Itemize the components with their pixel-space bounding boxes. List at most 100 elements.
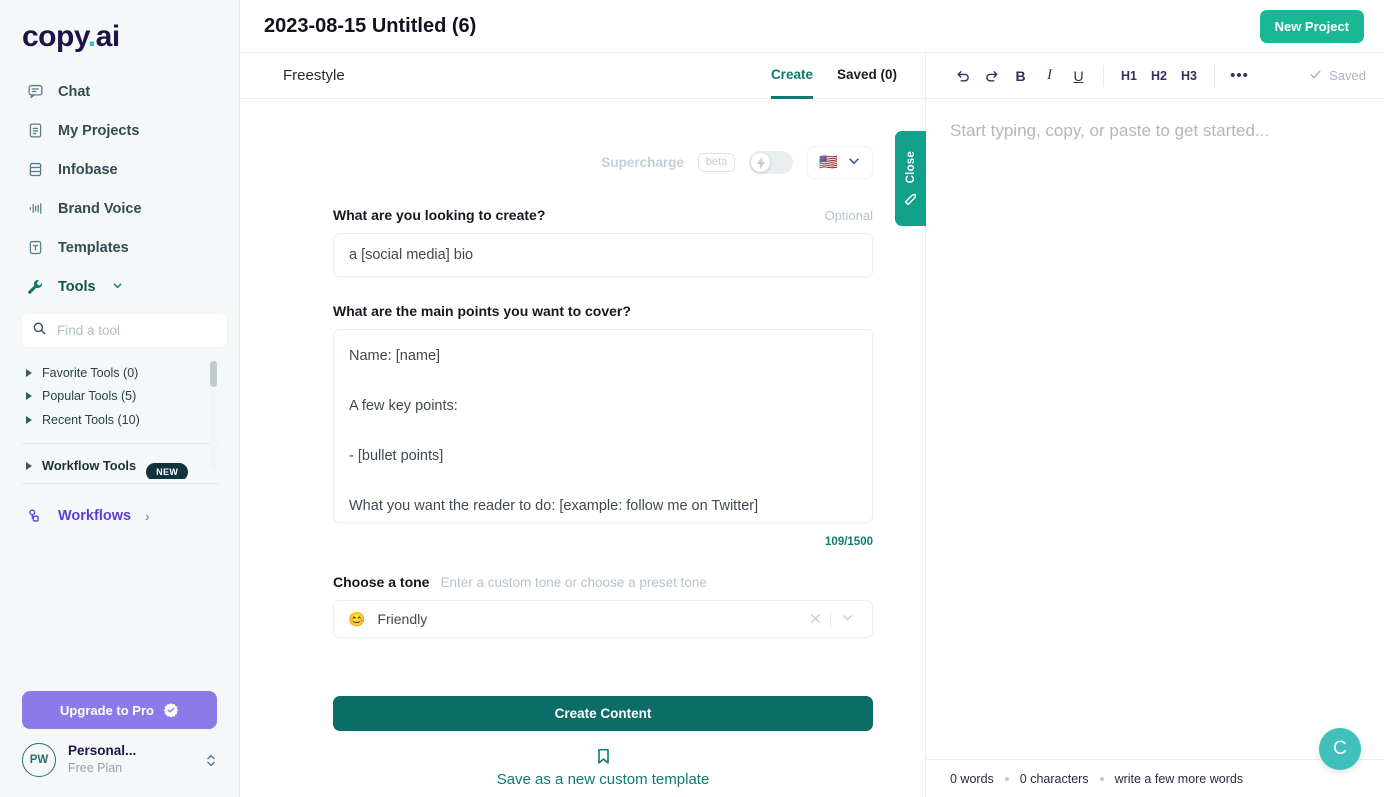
tool-group-popular[interactable]: Popular Tools (5) [0,385,239,409]
chevron-down-icon[interactable] [831,611,860,627]
sidebar-item-workflows[interactable]: Workflows › [0,496,239,536]
workflows-icon [26,507,44,525]
tone-field-head: Choose a tone Enter a custom tone or cho… [333,574,873,590]
new-project-button[interactable]: New Project [1259,9,1364,43]
triangle-right-icon [26,392,32,401]
language-select[interactable]: 🇺🇸 [807,146,873,179]
sidebar-item-chat[interactable]: Chat [0,72,239,111]
copyai-logo: copy.ai [22,22,239,52]
check-icon [1309,68,1322,84]
chevron-down-icon [112,279,123,295]
heading1-button[interactable]: H1 [1114,61,1144,90]
sidebar-item-label: Brand Voice [58,200,142,217]
create-content-button[interactable]: Create Content [333,696,873,731]
upgrade-to-pro-button[interactable]: Upgrade to Pro [22,691,217,729]
sidebar-item-label: Templates [58,239,129,256]
bold-button[interactable]: B [1006,61,1035,90]
account-plan: Free Plan [68,761,123,776]
tool-group-label: Popular Tools (5) [42,389,137,404]
tool-group-recent[interactable]: Recent Tools (10) [0,408,239,432]
smile-emoji-icon: 😊 [348,610,366,627]
workflows-label: Workflows [58,508,132,524]
chat-icon [26,83,44,101]
sidebar-item-brand-voice[interactable]: Brand Voice [0,189,239,228]
form-scroll-region: Supercharge beta 🇺🇸 What are you looking… [240,99,925,797]
form-inner: Supercharge beta 🇺🇸 What are you looking… [240,99,925,788]
editor-hint: write a few more words [1114,771,1244,786]
tool-group-workflow-tools[interactable]: Workflow Tools NEW [0,453,239,479]
heading2-button[interactable]: H2 [1144,61,1174,90]
pencil-icon [904,188,917,206]
underline-button[interactable]: U [1064,61,1093,90]
tab-saved[interactable]: Saved (0) [837,53,897,99]
points-textarea-wrapper: 109/1500 [333,329,873,548]
tool-search-box[interactable] [22,314,227,347]
heading3-button[interactable]: H3 [1174,61,1204,90]
logo-text-main: copy [22,20,88,53]
supercharge-toggle[interactable] [749,151,794,174]
italic-button[interactable]: I [1035,61,1064,90]
sidebar-item-label: Chat [58,83,91,100]
sidebar-item-label: My Projects [58,122,140,139]
search-input[interactable] [57,323,217,338]
sidebar-item-templates[interactable]: Templates [0,228,239,267]
saved-indicator: Saved [1309,68,1366,84]
character-counter: 109/1500 [825,536,873,548]
sidebar: copy.ai Chat My Projects Infobase Brand … [0,0,240,797]
beta-badge: beta [697,153,736,172]
create-field-head: What are you looking to create? Optional [333,207,873,223]
help-widget-button[interactable]: C [1319,728,1361,770]
undo-icon[interactable] [948,61,977,90]
form-tab-bar: Freestyle Create Saved (0) [240,53,925,99]
tone-label: Choose a tone [333,574,430,590]
tab-create[interactable]: Create [770,53,813,99]
sidebar-item-my-projects[interactable]: My Projects [0,111,239,150]
sidebar-item-label: Tools [58,278,96,295]
character-count: 0 characters [1019,771,1089,786]
sidebar-item-label: Infobase [58,161,118,178]
create-field-label: What are you looking to create? [333,207,546,223]
clear-tone-icon[interactable] [801,611,830,628]
account-text: Personal... Free Plan [68,743,193,776]
points-textarea[interactable] [333,329,873,523]
supercharge-label: Supercharge [601,155,684,170]
save-template-link[interactable]: Save as a new custom template [333,748,873,788]
tools-scrollbar-thumb[interactable] [210,361,217,387]
editor-body[interactable]: Start typing, copy, or paste to get star… [926,99,1384,759]
close-panel-tab[interactable]: Close [895,131,926,226]
logo-dot: . [87,20,96,53]
supercharge-row: Supercharge beta 🇺🇸 [333,146,873,179]
close-tab-label: Close [904,150,917,184]
logo-wrapper[interactable]: copy.ai [0,0,239,72]
tone-value: Friendly [377,611,428,627]
tool-group-favorite[interactable]: Favorite Tools (0) [0,361,239,385]
triangle-right-icon [26,368,32,377]
wrench-icon [26,278,44,296]
tools-divider [22,442,219,444]
account-switcher[interactable]: PW Personal... Free Plan [0,743,239,797]
sidebar-item-infobase[interactable]: Infobase [0,150,239,189]
account-name: Personal... [68,743,137,759]
tone-select[interactable]: 😊 Friendly [333,600,873,638]
more-options-icon[interactable]: ••• [1225,61,1254,90]
database-icon [26,161,44,179]
chevron-right-icon: › [145,508,150,524]
editor-placeholder: Start typing, copy, or paste to get star… [950,121,1270,140]
chevron-updown-icon[interactable] [205,751,217,770]
template-icon [26,239,44,257]
page-title[interactable]: 2023-08-15 Untitled (6) [264,15,476,38]
avatar: PW [22,743,56,777]
tools-scrollbar[interactable] [210,361,217,469]
tab-group: Create Saved (0) [770,53,897,99]
tools-panel: Favorite Tools (0) Popular Tools (5) Rec… [0,361,239,479]
sidebar-item-tools[interactable]: Tools [0,267,239,306]
us-flag-icon: 🇺🇸 [819,154,838,171]
footer-dot [1099,776,1104,781]
redo-icon[interactable] [977,61,1006,90]
points-field-label: What are the main points you want to cov… [333,303,631,319]
footer-dot [1004,776,1009,781]
lightning-icon [751,153,771,172]
panel-bottom-divider [22,483,219,484]
waveform-icon [26,200,44,218]
create-input[interactable] [333,233,873,277]
